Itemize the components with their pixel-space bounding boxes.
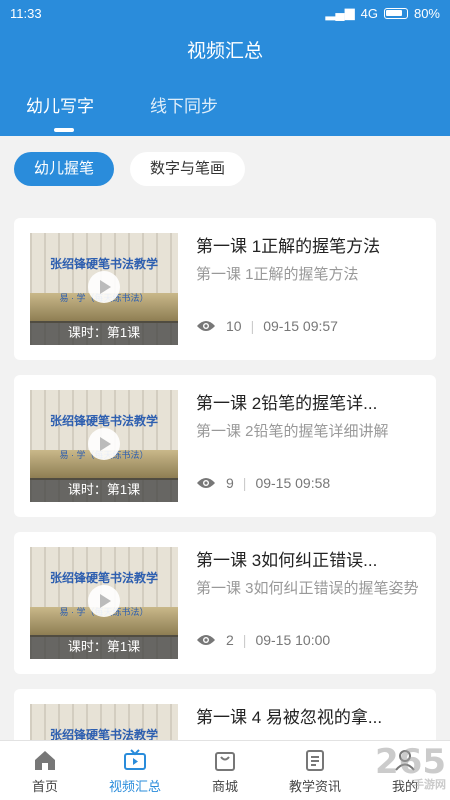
eye-icon [197,635,215,645]
tv-icon [124,749,146,770]
list-item[interactable]: 张绍锋硬笔书法教学 易 · 学（每天练书法） 课时：第1课 第一课 3如何纠正错… [14,532,436,674]
battery-level: 80% [413,5,440,21]
lesson-label: 课时：第1课 [30,321,178,345]
view-count: 9 [226,475,234,491]
eye-icon [197,321,215,331]
video-thumbnail[interactable]: 张绍锋硬笔书法教学 易 · 学（每天练书法） 课时：第1课 [30,390,178,502]
view-count: 10 [226,318,242,334]
filter-chips: 幼儿握笔 数字与笔画 [14,152,246,186]
status-bar: 11:33 ▂▄▆ 4G 80% [0,0,450,26]
status-indicators: ▂▄▆ 4G 80% [325,5,440,21]
video-meta: 10 | 09-15 09:57 [196,318,338,334]
video-description: 第一课 2铅笔的握笔详细讲解 [196,423,389,440]
nav-news[interactable]: 教学资讯 [270,741,360,800]
nav-label: 视频汇总 [108,779,161,794]
thumbnail-heading: 张绍锋硬笔书法教学 [49,571,158,585]
nav-label: 商城 [211,779,238,794]
play-icon[interactable] [88,428,120,460]
shopping-bag-icon [215,752,235,771]
publish-date: 09-15 09:57 [263,318,338,334]
play-icon[interactable] [88,585,120,617]
nav-videos[interactable]: 视频汇总 [90,741,180,800]
nav-home[interactable]: 首页 [0,741,90,800]
publish-date: 09-15 10:00 [255,632,331,648]
video-description: 第一课 1正解的握笔方法 [196,266,359,283]
nav-store[interactable]: 商城 [180,741,270,800]
meta-divider: | [242,632,247,648]
list-item[interactable]: 张绍锋硬笔书法教学 易 · 学（每天练书法） 课时：第1课 第一课 2铅笔的握笔… [14,375,436,517]
meta-divider: | [242,475,247,491]
tab-bar: 幼儿写字 线下同步 [0,92,450,136]
app-header: 视频汇总 幼儿写字 线下同步 [0,26,450,136]
publish-date: 09-15 09:58 [255,475,331,491]
video-title: 第一课 2铅笔的握笔详... [196,394,378,413]
nav-label: 首页 [31,779,58,794]
status-time: 11:33 [10,5,42,21]
lesson-label: 课时：第1课 [30,635,178,659]
thumbnail-heading: 张绍锋硬笔书法教学 [49,257,158,271]
video-title: 第一课 4 易被忽视的拿... [196,708,383,727]
eye-icon [197,478,215,488]
page-title: 视频汇总 [186,41,263,62]
video-title: 第一课 3如何纠正错误... [196,551,378,570]
home-icon [35,751,55,770]
thumbnail-heading: 张绍锋硬笔书法教学 [49,414,158,428]
tab-indicator [54,128,74,132]
watermark-logo: 265 手游网 [375,742,446,792]
list-item[interactable]: 张绍锋硬笔书法教学 易 · 学（每天练书法） 课时：第1课 第一课 1正解的握笔… [14,218,436,360]
network-label: 4G [360,5,378,21]
video-thumbnail[interactable]: 张绍锋硬笔书法教学 易 · 学（每天练书法） 课时：第1课 [30,233,178,345]
tab-offline-sync[interactable]: 线下同步 [150,92,218,136]
view-count: 2 [226,632,234,648]
lesson-label: 课时：第1课 [30,478,178,502]
video-meta: 2 | 09-15 10:00 [196,632,330,648]
play-icon[interactable] [88,271,120,303]
meta-divider: | [250,318,255,334]
battery-icon [383,7,408,19]
news-icon [306,750,324,771]
filter-pen-grip[interactable]: 幼儿握笔 [14,152,115,186]
video-description: 第一课 3如何纠正错误的握笔姿势 [196,580,419,597]
filter-numbers-strokes[interactable]: 数字与笔画 [130,152,246,186]
signal-icon: ▂▄▆ [325,5,355,20]
video-title: 第一课 1正解的握笔方法 [196,237,381,256]
nav-label: 教学资讯 [288,779,341,794]
video-thumbnail[interactable]: 张绍锋硬笔书法教学 易 · 学（每天练书法） 课时：第1课 [30,547,178,659]
video-meta: 9 | 09-15 09:58 [196,475,330,491]
